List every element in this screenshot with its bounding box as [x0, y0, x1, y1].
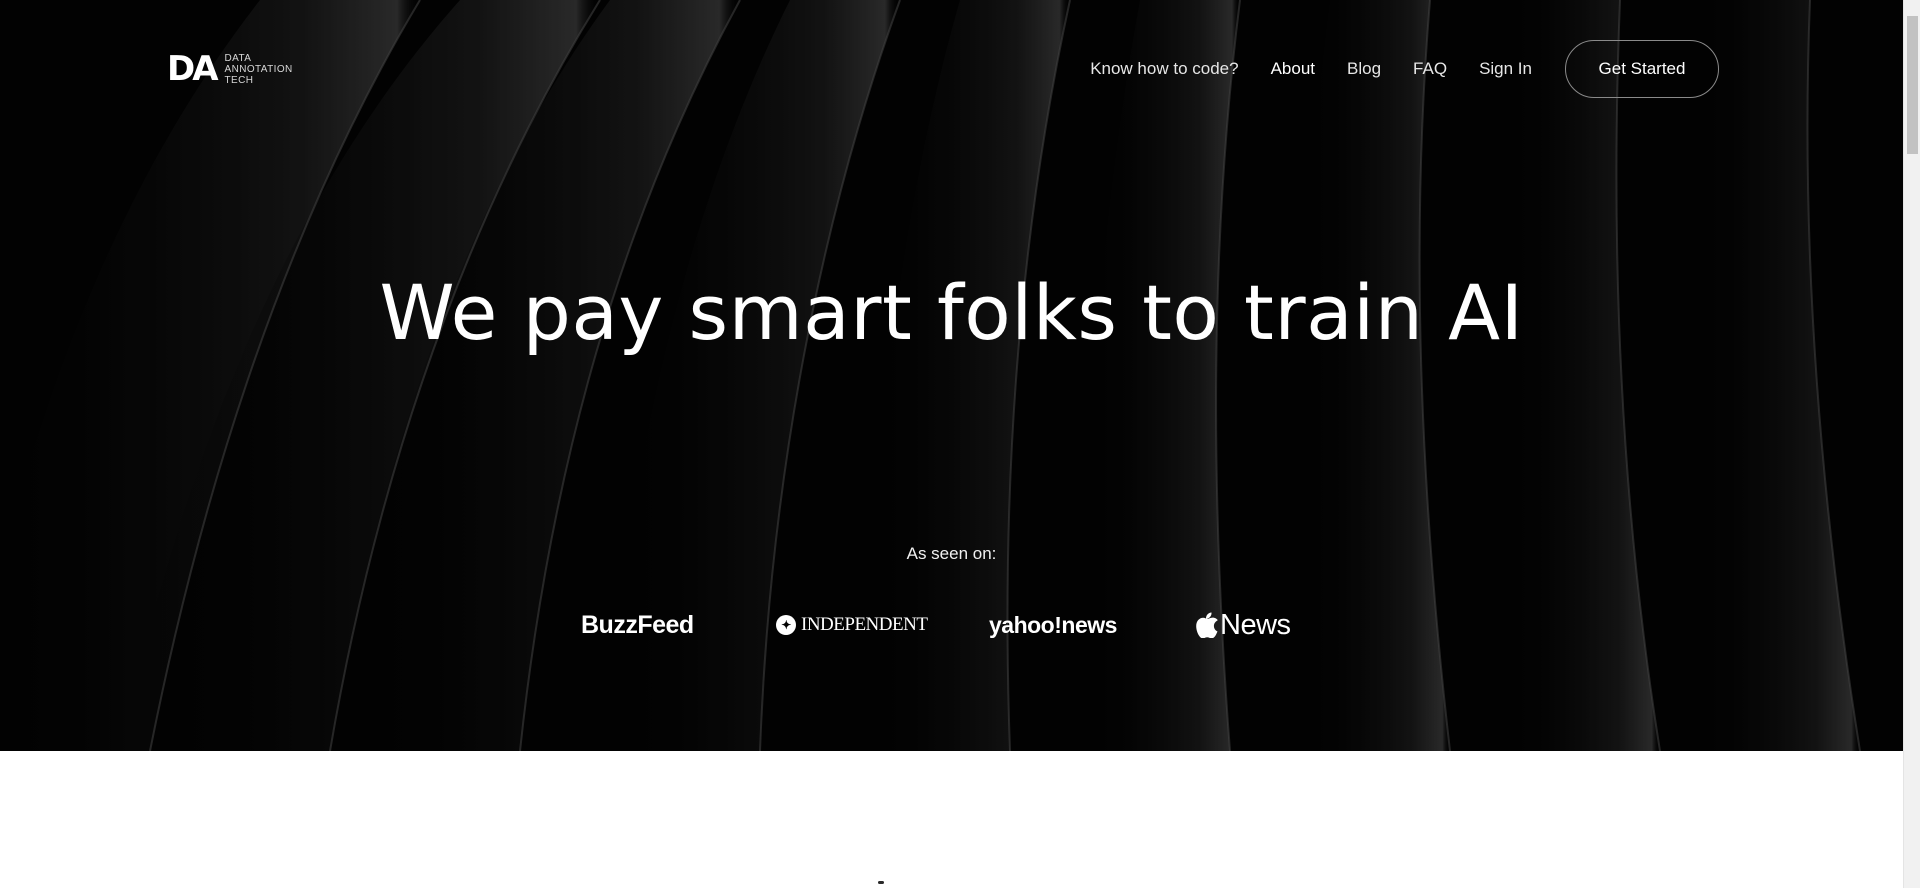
- buzzfeed-logo: BuzzFeed: [581, 610, 694, 639]
- scrollbar-thumb[interactable]: [1907, 16, 1918, 154]
- content-section: [0, 751, 1903, 888]
- logo-mark: DA: [167, 49, 219, 89]
- get-started-button[interactable]: Get Started: [1565, 40, 1719, 98]
- hero-headline: We pay smart folks to train AI: [379, 268, 1524, 357]
- logo[interactable]: DA DATA ANNOTATION TECH: [167, 52, 293, 86]
- press-logos: BuzzFeed ✦ INDEPENDENT yahoo!news News: [0, 600, 1903, 650]
- nav-link-know-how-to-code[interactable]: Know how to code?: [1090, 40, 1238, 98]
- apple-news-logo: News: [1196, 600, 1291, 650]
- logo-line-annotation: ANNOTATION: [224, 63, 293, 75]
- yahoo-news-logo: yahoo!news: [989, 611, 1117, 638]
- logo-wordmark: DATA ANNOTATION TECH: [225, 53, 293, 86]
- content-fragment: [878, 881, 884, 884]
- nav-link-blog[interactable]: Blog: [1347, 40, 1381, 98]
- logo-line-tech: TECH: [224, 74, 254, 86]
- independent-logo-text: INDEPENDENT: [801, 614, 928, 635]
- eagle-icon: ✦: [776, 615, 796, 635]
- nav-link-about[interactable]: About: [1271, 40, 1315, 98]
- logo-line-data: DATA: [224, 52, 252, 64]
- main-nav: Know how to code? About Blog FAQ Sign In…: [1090, 40, 1719, 98]
- page-scrollbar[interactable]: [1903, 0, 1920, 888]
- nav-link-faq[interactable]: FAQ: [1413, 40, 1447, 98]
- apple-icon: [1196, 612, 1218, 638]
- apple-news-logo-text: News: [1220, 608, 1291, 641]
- hero-section: DA DATA ANNOTATION TECH Know how to code…: [0, 0, 1903, 751]
- as-seen-on-label: As seen on:: [906, 544, 997, 563]
- independent-logo: ✦ INDEPENDENT: [776, 600, 928, 650]
- nav-link-sign-in[interactable]: Sign In: [1479, 40, 1532, 98]
